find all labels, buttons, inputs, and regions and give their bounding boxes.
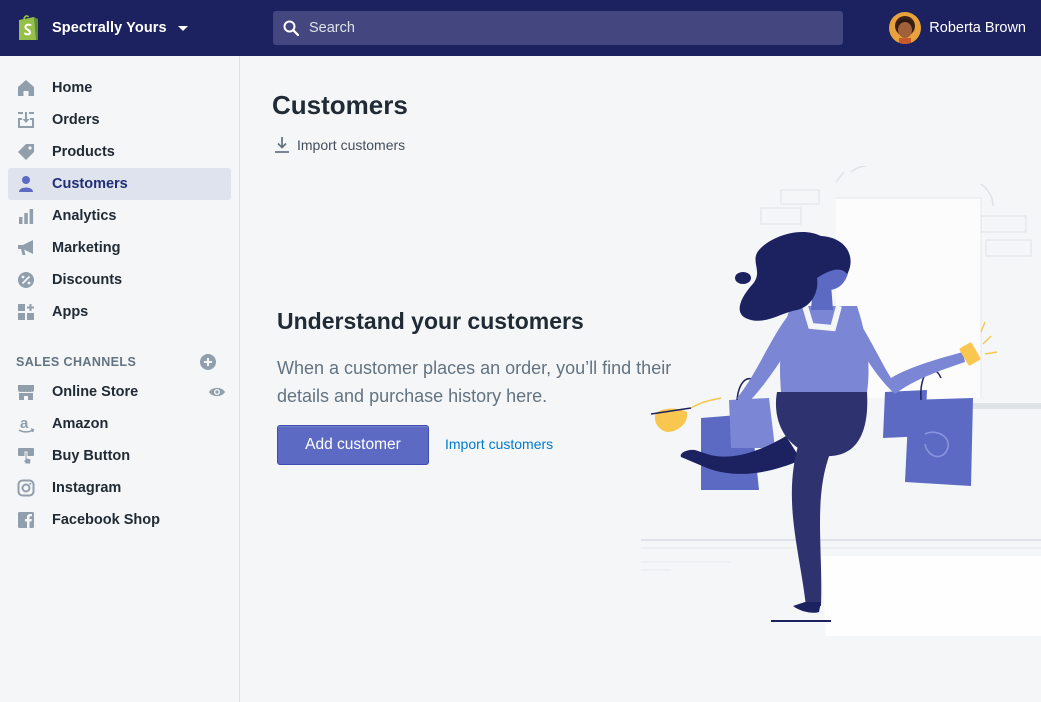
empty-state-heading: Understand your customers	[277, 308, 584, 334]
sidebar-item-products[interactable]: Products	[8, 136, 231, 168]
facebook-icon	[16, 510, 36, 530]
sidebar-item-label: Analytics	[52, 208, 117, 224]
sidebar-item-apps[interactable]: Apps	[8, 296, 231, 328]
empty-state-body: When a customer places an order, you’ll …	[277, 358, 672, 406]
sales-channels-label: SALES CHANNELS	[16, 355, 137, 369]
svg-text:a: a	[20, 415, 29, 432]
sidebar-item-marketing[interactable]: Marketing	[8, 232, 231, 264]
sidebar-item-home[interactable]: Home	[8, 72, 231, 104]
page-title: Customers	[272, 90, 408, 120]
sidebar-item-label: Orders	[52, 112, 100, 128]
sidebar-item-analytics[interactable]: Analytics	[8, 200, 231, 232]
orders-icon	[16, 110, 36, 130]
import-customers-action[interactable]: Import customers	[273, 136, 405, 154]
discount-icon	[16, 270, 36, 290]
sidebar-item-label: Discounts	[52, 272, 123, 288]
sidebar-item-discounts[interactable]: Discounts	[8, 264, 231, 296]
sidebar-item-label: Home	[52, 80, 93, 96]
sidebar: Home Orders Products Customers Analytics…	[0, 56, 240, 702]
sidebar-item-facebook-shop[interactable]: Facebook Shop	[8, 504, 231, 536]
sidebar-item-orders[interactable]: Orders	[8, 104, 231, 136]
import-customers-link[interactable]: Import customers	[445, 436, 553, 452]
import-customers-label: Import customers	[297, 137, 406, 153]
user-menu[interactable]: Roberta Brown	[889, 0, 1026, 56]
user-name: Roberta Brown	[929, 20, 1026, 36]
main-content: Customers Import customers Understand yo…	[241, 56, 1041, 702]
sidebar-item-label: Customers	[52, 176, 128, 192]
sidebar-item-label: Buy Button	[52, 448, 131, 464]
bar-chart-icon	[16, 206, 36, 226]
search-input[interactable]: Search	[273, 11, 843, 45]
add-customer-button[interactable]: Add customer	[277, 425, 429, 465]
sales-channels-header: SALES CHANNELS	[16, 352, 217, 372]
store-name: Spectrally Yours	[52, 20, 167, 36]
apps-icon	[16, 302, 36, 322]
sidebar-item-customers[interactable]: Customers	[8, 168, 231, 200]
import-icon	[273, 136, 291, 154]
sidebar-item-label: Instagram	[52, 480, 122, 496]
amazon-icon: a	[16, 414, 36, 434]
sidebar-item-label: Amazon	[52, 416, 109, 432]
search-placeholder: Search	[309, 20, 355, 36]
avatar	[889, 12, 922, 44]
store-switcher[interactable]: Spectrally Yours	[0, 0, 240, 56]
sidebar-item-label: Marketing	[52, 240, 121, 256]
tag-icon	[16, 142, 36, 162]
megaphone-icon	[16, 238, 36, 258]
top-bar: Spectrally Yours Search Roberta Brown	[0, 0, 1041, 56]
sidebar-item-online-store[interactable]: Online Store	[8, 376, 231, 408]
person-icon	[16, 174, 36, 194]
sidebar-item-label: Online Store	[52, 384, 139, 400]
sidebar-item-buy-button[interactable]: Buy Button	[8, 440, 231, 472]
sidebar-item-label: Apps	[52, 304, 89, 320]
store-icon	[16, 382, 36, 402]
buy-button-icon	[16, 446, 36, 466]
shopping-woman-illustration	[461, 165, 1041, 636]
sidebar-item-label: Facebook Shop	[52, 512, 160, 528]
home-icon	[16, 78, 36, 98]
instagram-icon	[16, 478, 36, 498]
shopify-logo-icon	[16, 14, 41, 42]
sidebar-item-amazon[interactable]: a Amazon	[8, 408, 231, 440]
search-icon	[283, 20, 299, 36]
sidebar-item-label: Products	[52, 144, 115, 160]
chevron-down-icon	[177, 25, 188, 31]
sidebar-item-instagram[interactable]: Instagram	[8, 472, 231, 504]
eye-icon[interactable]	[208, 383, 226, 401]
add-sales-channel-icon[interactable]	[199, 353, 217, 371]
